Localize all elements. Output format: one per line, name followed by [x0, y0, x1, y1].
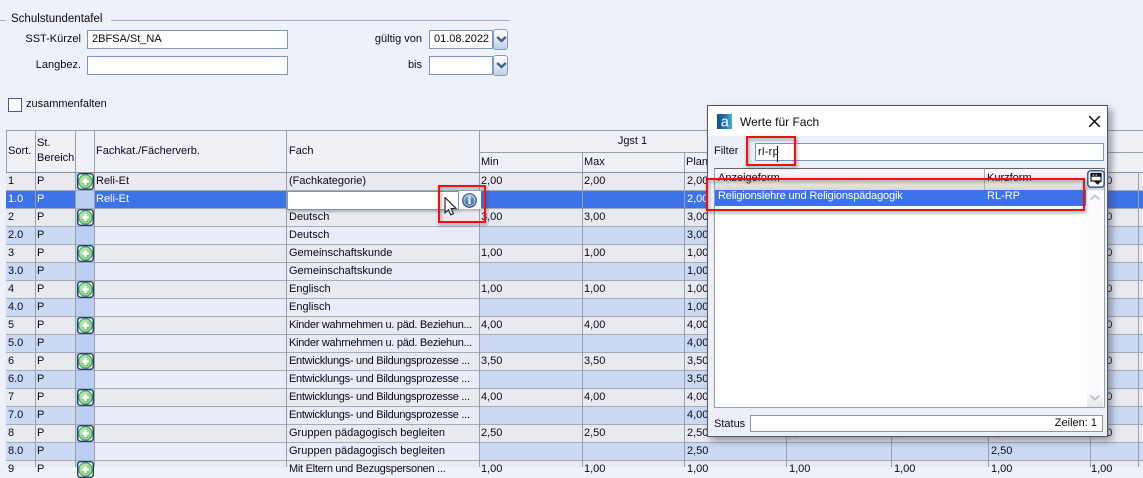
svg-text:a: a [721, 114, 730, 129]
